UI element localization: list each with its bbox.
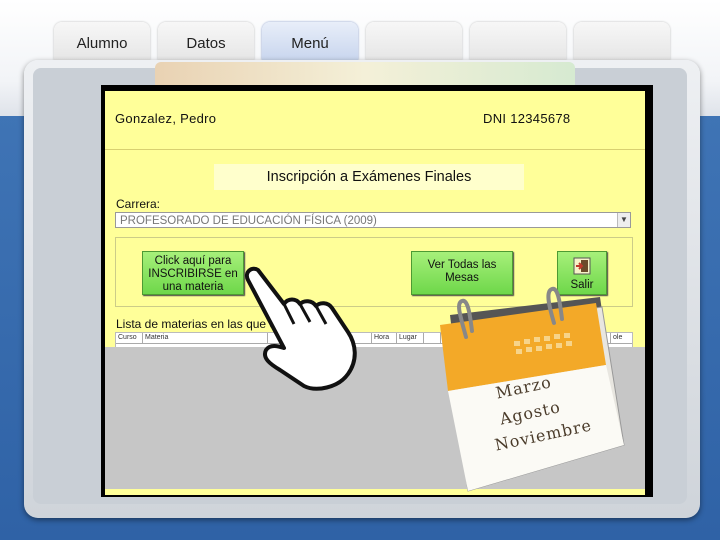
carrera-selected-value: PROFESORADO DE EDUCACIÓN FÍSICA (2009) [120, 215, 377, 227]
tab-alumno[interactable]: Alumno [54, 22, 150, 60]
inscribir-label-line2: INSCRIBIRSE en [148, 268, 238, 280]
pointing-hand-icon [245, 266, 357, 391]
mesas-label-line1: Ver Todas las [427, 259, 497, 271]
exit-door-arrow-icon [573, 257, 591, 275]
inscribir-button[interactable]: Click aquí para INSCRIBIRSE en una mater… [142, 251, 244, 295]
inscribir-label-line3: una materia [162, 281, 224, 293]
tab-empty-4[interactable] [366, 22, 462, 60]
tab-bar: Alumno Datos Menú [0, 0, 720, 62]
tab-empty-5[interactable] [470, 22, 566, 60]
col-curso: Curso [116, 333, 143, 343]
carrera-label: Carrera: [116, 197, 161, 211]
col-hora: Hora [372, 333, 397, 343]
carrera-select[interactable]: PROFESORADO DE EDUCACIÓN FÍSICA (2009) ▼ [115, 212, 631, 228]
tab-menu[interactable]: Menú [262, 22, 358, 60]
chevron-down-icon[interactable]: ▼ [617, 213, 630, 227]
student-name: Gonzalez, Pedro [115, 111, 217, 126]
student-dni: DNI 12345678 [483, 111, 571, 126]
student-header: Gonzalez, Pedro DNI 12345678 [105, 91, 645, 150]
tab-empty-6[interactable] [574, 22, 670, 60]
mesas-label-line2: Mesas [445, 272, 479, 284]
tab-datos[interactable]: Datos [158, 22, 254, 60]
page-title: Inscripción a Exámenes Finales [214, 164, 524, 190]
inscribir-label-line1: Click aquí para [154, 255, 232, 267]
